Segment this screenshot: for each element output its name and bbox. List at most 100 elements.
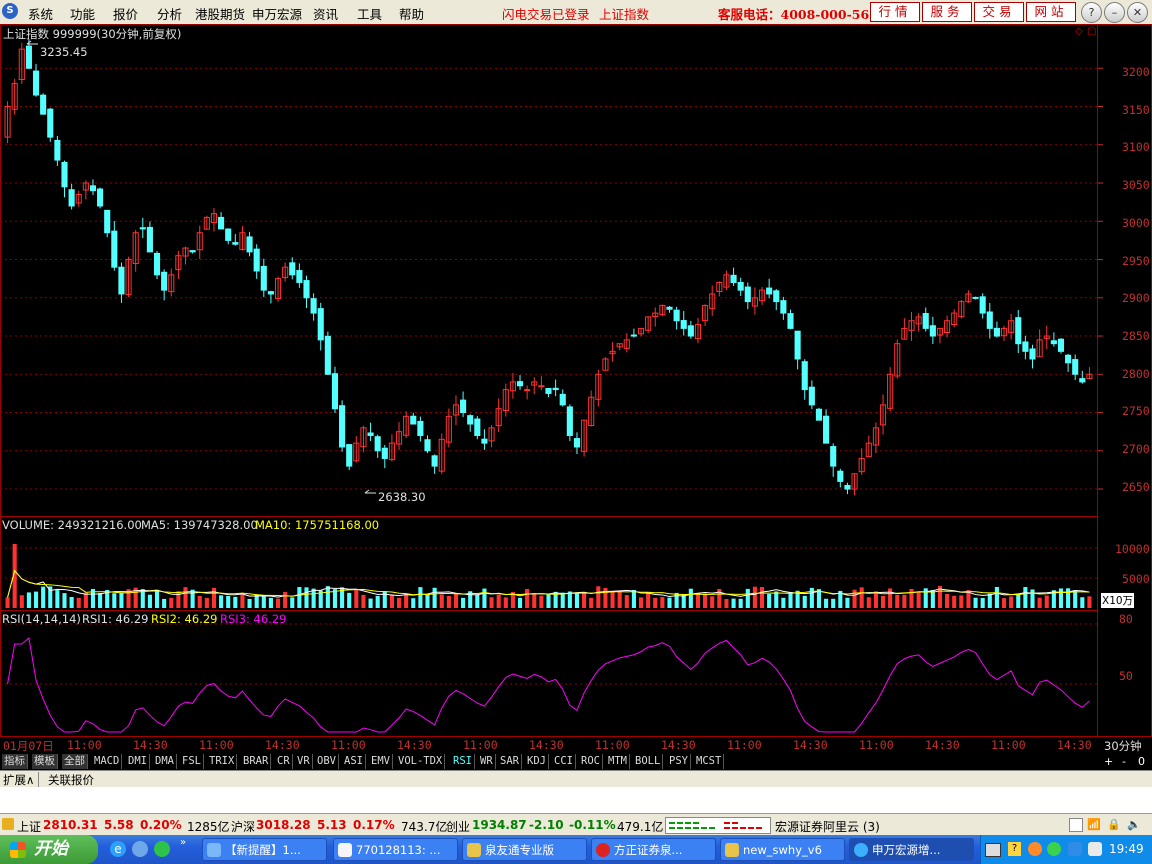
- expand-tab[interactable]: 扩展∧: [3, 772, 40, 788]
- browser-icon[interactable]: [132, 841, 148, 857]
- candle-down: [573, 438, 581, 448]
- indicator-tab[interactable]: MTM: [606, 754, 630, 769]
- indicator-tab[interactable]: TRIX: [207, 754, 238, 769]
- x-tick: 11:00: [331, 738, 366, 752]
- indicator-tab[interactable]: FSL: [180, 754, 204, 769]
- candle-down: [317, 308, 324, 341]
- candle-down: [374, 436, 381, 452]
- green-app-icon[interactable]: [154, 841, 170, 857]
- folder-icon: [725, 843, 739, 857]
- candle-down: [431, 455, 438, 467]
- x-tick: 01月07日: [3, 739, 54, 753]
- taskbar-item[interactable]: 【新提醒】1...: [202, 838, 327, 861]
- indicator-tab[interactable]: WR: [478, 754, 496, 769]
- zero-button[interactable]: 0: [1138, 755, 1145, 768]
- candle-down: [97, 188, 104, 207]
- low-price-label: 2638.30: [378, 490, 426, 504]
- indicator-tab[interactable]: PSY: [667, 754, 691, 769]
- candle-down: [111, 230, 118, 268]
- indicator-tab[interactable]: RSI: [451, 754, 475, 769]
- taskbar-item[interactable]: 泉友通专业版: [462, 838, 587, 861]
- candle-down: [246, 236, 253, 253]
- candle-down: [189, 250, 196, 253]
- low-marker: [364, 489, 376, 494]
- indicator-tab[interactable]: ASI: [342, 754, 366, 769]
- indicator-tab[interactable]: BOLL: [633, 754, 664, 769]
- indicator-tab[interactable]: BRAR: [241, 754, 272, 769]
- indicator-tab[interactable]: VR: [295, 754, 313, 769]
- indicator-tab[interactable]: CR: [275, 754, 293, 769]
- candle-down: [381, 447, 388, 459]
- start-button[interactable]: 开始: [0, 835, 98, 864]
- indicator-tab[interactable]: MACD: [92, 754, 123, 769]
- quicklaunch-expand-icon[interactable]: »: [180, 837, 186, 848]
- taskbar-item-active[interactable]: 申万宏源增...: [849, 838, 974, 861]
- candle-down: [545, 388, 552, 394]
- candle-down: [744, 286, 751, 303]
- start-label: 开始: [34, 839, 68, 859]
- indicator-tab[interactable]: MCST: [694, 754, 725, 769]
- candle-up: [538, 385, 545, 388]
- candle-down: [161, 271, 168, 291]
- candle-down: [40, 94, 47, 115]
- candle-down: [1057, 338, 1065, 352]
- candle-down: [104, 209, 111, 234]
- candle-down: [801, 361, 808, 391]
- indicator-tab[interactable]: 模板: [32, 754, 58, 769]
- indicator-tab[interactable]: DMI: [126, 754, 150, 769]
- indicator-tab[interactable]: VOL-TDX: [396, 754, 446, 769]
- tray-app-icon[interactable]: [1047, 842, 1061, 856]
- candle-down: [32, 70, 40, 96]
- speaker-icon[interactable]: 🔈: [1127, 818, 1141, 831]
- server-name[interactable]: 宏源证券阿里云 (3): [775, 818, 880, 835]
- candle-down: [218, 216, 225, 230]
- ie-icon[interactable]: e: [110, 841, 126, 857]
- taskbar-item[interactable]: 方正证券泉...: [591, 838, 716, 861]
- candle-down: [417, 420, 424, 436]
- indicator-tab[interactable]: CCI: [552, 754, 576, 769]
- help-icon[interactable]: ?: [1008, 842, 1021, 856]
- x-tick: 14:30: [661, 738, 696, 752]
- candle-down: [1065, 354, 1072, 364]
- candle-down: [823, 415, 830, 444]
- candle-down: [559, 393, 566, 406]
- indicator-tab[interactable]: ROC: [579, 754, 603, 769]
- tray-app-icon[interactable]: [1028, 842, 1042, 856]
- rsi-y-tick: 80: [1119, 612, 1133, 626]
- candle-down: [118, 266, 125, 295]
- taskbar-item[interactable]: 770128113: ...: [333, 838, 458, 861]
- shield-icon[interactable]: [1068, 842, 1082, 856]
- zoom-out-button[interactable]: -: [1122, 755, 1126, 768]
- sh-value: 2810.31: [43, 818, 98, 832]
- period-label[interactable]: 30分钟: [1104, 738, 1142, 754]
- indicator-tab[interactable]: EMV: [369, 754, 393, 769]
- indicator-tab[interactable]: SAR: [498, 754, 522, 769]
- candle-down: [289, 262, 296, 276]
- volume-ma10: MA10: 175751168.00: [255, 518, 380, 532]
- system-tray: ? 19:49: [980, 835, 1152, 864]
- candle-down: [346, 444, 353, 467]
- x-tick: 14:30: [793, 738, 828, 752]
- taskbar-item[interactable]: new_swhy_v6: [720, 838, 845, 861]
- restore-pane-icon[interactable]: ▢: [1087, 26, 1096, 37]
- indicator-tab[interactable]: 全部: [62, 754, 88, 769]
- related-quote-tab[interactable]: 关联报价: [48, 772, 94, 788]
- x-tick: 14:30: [925, 738, 960, 752]
- cy-change: -2.10: [529, 818, 564, 832]
- candle-down: [815, 408, 823, 421]
- window-icon[interactable]: [1069, 818, 1083, 832]
- network-icon[interactable]: [1088, 842, 1102, 856]
- x-tick: 11:00: [595, 738, 630, 752]
- keyboard-icon[interactable]: [985, 843, 1001, 857]
- indicator-tab[interactable]: OBV: [315, 754, 339, 769]
- zoom-in-button[interactable]: +: [1104, 755, 1113, 768]
- candle-down: [467, 415, 474, 425]
- candle-down: [474, 418, 481, 436]
- index-icon: [2, 818, 14, 830]
- indicator-tab[interactable]: KDJ: [525, 754, 549, 769]
- indicator-tab[interactable]: DMA: [153, 754, 177, 769]
- lock-icon[interactable]: 🔒: [1107, 818, 1121, 831]
- candle-down: [808, 386, 815, 406]
- indicator-tab[interactable]: 指标: [2, 754, 28, 769]
- diamond-icon[interactable]: ◇: [1075, 26, 1083, 37]
